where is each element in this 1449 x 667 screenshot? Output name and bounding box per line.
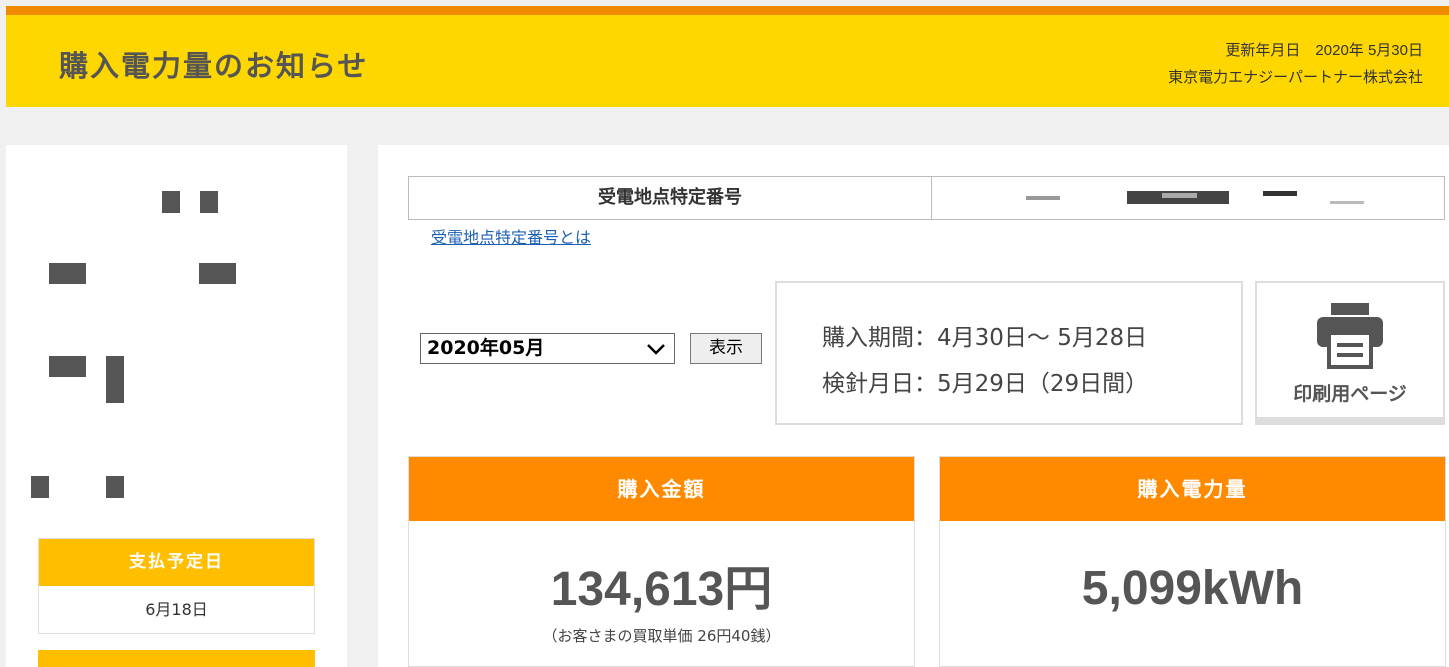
page-title: 購入電力量のお知らせ (59, 49, 369, 83)
purchase-energy-card: 購入電力量 5,099kWh (939, 456, 1446, 667)
chevron-down-icon (646, 336, 666, 369)
purchase-period: 購入期間：4月30日～ 5月28日 (822, 325, 1148, 351)
month-select-value: 2020年05月 (427, 337, 545, 359)
purchase-amount-value: 134,613円 (550, 563, 773, 616)
purchase-period-value: 4月30日～ 5月28日 (937, 325, 1148, 351)
unit-price-note: （お客さまの買取単価 26円40銭） (542, 627, 781, 645)
redacted-block (200, 191, 218, 213)
print-button-bottom-bar (1257, 417, 1443, 423)
meter-point-label: 受電地点特定番号 (409, 177, 932, 219)
payment-date-heading: 支払予定日 (39, 539, 314, 586)
print-page-button[interactable]: 印刷用ページ (1255, 281, 1445, 425)
redacted-block (199, 263, 236, 284)
purchase-amount-heading: 購入金額 (409, 457, 914, 521)
update-date: 更新年月日 2020年 5月30日 (1225, 42, 1423, 59)
meter-point-value (932, 177, 1444, 219)
meter-point-table: 受電地点特定番号 (408, 176, 1445, 220)
redacted-block (1162, 193, 1197, 198)
redacted-block (49, 263, 86, 284)
purchase-energy-value: 5,099kWh (1081, 562, 1304, 615)
purchase-energy-heading: 購入電力量 (940, 457, 1445, 521)
redacted-block (1330, 201, 1364, 204)
redacted-block (1263, 191, 1297, 196)
header: 購入電力量のお知らせ 更新年月日 2020年 5月30日 東京電力エナジーパート… (6, 15, 1449, 107)
next-info-box (38, 650, 315, 667)
payment-date-box: 支払予定日 6月18日 (38, 538, 315, 634)
main-panel: 受電地点特定番号 受電地点特定番号とは 2020年05月 表示 購入期間：4月3… (378, 145, 1449, 667)
redacted-block (31, 476, 49, 498)
purchase-amount-card: 購入金額 134,613円 （お客さまの買取単価 26円40銭） (408, 456, 915, 667)
redacted-block (49, 356, 86, 377)
month-select[interactable]: 2020年05月 (420, 333, 675, 364)
reading-date: 検針月日：5月29日（29日間） (822, 371, 1149, 397)
print-page-label: 印刷用ページ (1293, 383, 1407, 405)
redacted-block (106, 356, 124, 403)
meter-point-help-link[interactable]: 受電地点特定番号とは (431, 224, 591, 248)
redacted-block (1026, 196, 1060, 200)
customer-panel: 支払予定日 6月18日 (6, 145, 347, 667)
period-box: 購入期間：4月30日～ 5月28日 検針月日：5月29日（29日間） (775, 281, 1243, 425)
printer-icon (1313, 301, 1387, 369)
redacted-block (106, 476, 124, 498)
reading-date-value: 5月29日（29日間） (937, 371, 1149, 397)
redacted-block (162, 191, 180, 213)
reading-date-label: 検針月日 (822, 371, 914, 397)
header-info: 更新年月日 2020年 5月30日 東京電力エナジーパートナー株式会社 (1168, 37, 1423, 91)
header-stripe (6, 6, 1449, 15)
show-button[interactable]: 表示 (690, 333, 762, 364)
payment-date-value: 6月18日 (145, 600, 208, 619)
company-name: 東京電力エナジーパートナー株式会社 (1168, 69, 1423, 86)
purchase-period-label: 購入期間 (822, 325, 914, 351)
